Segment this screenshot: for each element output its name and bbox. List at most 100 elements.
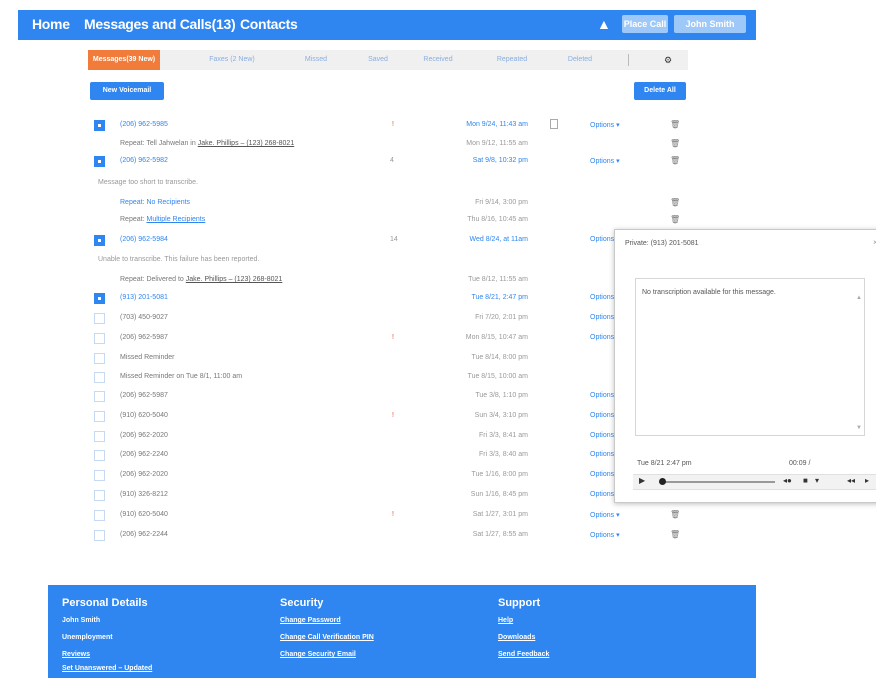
- transcript-icon[interactable]: [550, 119, 558, 129]
- skip-forward-icon[interactable]: ▸: [865, 476, 869, 485]
- row-checkbox[interactable]: [94, 530, 105, 541]
- message-row[interactable]: (910) 326-8212 Sun 1/16, 8:45 pm Options: [88, 488, 688, 506]
- caller-number[interactable]: (206) 962-2240: [120, 451, 168, 458]
- message-date[interactable]: Tue 8/15, 10:00 am: [418, 373, 528, 380]
- row-checkbox[interactable]: [94, 372, 105, 383]
- row-checkbox[interactable]: [94, 470, 105, 481]
- download-icon[interactable]: ■: [803, 476, 808, 485]
- row-checkbox[interactable]: [94, 431, 105, 442]
- play-icon[interactable]: ▶: [639, 476, 645, 485]
- caller-number[interactable]: (206) 962-5987: [120, 392, 168, 399]
- message-row[interactable]: (913) 201-5081 Tue 8/21, 2:47 pm Options: [88, 291, 688, 309]
- options-dropdown[interactable]: Options ▾: [590, 121, 620, 129]
- message-date[interactable]: Fri 7/20, 2:01 pm: [418, 314, 528, 321]
- message-date[interactable]: Sun 1/16, 8:45 pm: [418, 491, 528, 498]
- message-date[interactable]: Wed 8/24, at 11am: [418, 236, 529, 243]
- row-checkbox[interactable]: [94, 391, 105, 402]
- nav-home-link[interactable]: Home: [32, 16, 70, 32]
- options-dropdown[interactable]: Options: [590, 412, 614, 419]
- row-checkbox[interactable]: [94, 235, 105, 246]
- message-row[interactable]: Missed Reminder Tue 8/14, 8:00 pm: [88, 351, 688, 369]
- options-dropdown[interactable]: Options: [590, 432, 614, 439]
- options-dropdown[interactable]: Options ▾: [590, 511, 620, 519]
- options-dropdown[interactable]: Options: [590, 392, 614, 399]
- message-row[interactable]: Missed Reminder on Tue 8/1, 11:00 am Tue…: [88, 370, 688, 388]
- row-checkbox[interactable]: [94, 156, 105, 167]
- row-checkbox[interactable]: [94, 411, 105, 422]
- footer-link-change-password[interactable]: Change Password: [280, 617, 341, 624]
- warning-icon[interactable]: ▲: [597, 16, 611, 32]
- message-row[interactable]: (910) 620-5040 ! Sun 3/4, 3:10 pm Option…: [88, 409, 688, 427]
- row-checkbox[interactable]: [94, 490, 105, 501]
- row-checkbox[interactable]: [94, 450, 105, 461]
- footer-link-downloads[interactable]: Downloads: [498, 634, 535, 641]
- chevron-down-icon[interactable]: ▾: [815, 476, 819, 485]
- trash-icon[interactable]: 🗑: [670, 120, 680, 129]
- caller-number[interactable]: (206) 962-2020: [120, 432, 168, 439]
- caller-number[interactable]: (910) 620-5040: [120, 412, 168, 419]
- message-date[interactable]: Tue 1/16, 8:00 pm: [418, 471, 528, 478]
- gear-icon[interactable]: ⚙: [658, 50, 678, 70]
- volume-icon[interactable]: ◂●: [783, 476, 792, 485]
- message-row[interactable]: (206) 962-5984 14 Wed 8/24, at 11am Opti…: [88, 233, 688, 251]
- message-row[interactable]: (703) 450-9027 Fri 7/20, 2:01 pm Options: [88, 311, 688, 329]
- scroll-up-arrow-icon[interactable]: ▲: [856, 295, 862, 301]
- transcription-box[interactable]: No transcription available for this mess…: [635, 278, 865, 436]
- message-date[interactable]: Mon 8/15, 10:47 am: [418, 334, 528, 341]
- message-row[interactable]: (206) 962-2020 Fri 3/3, 8:41 am Options: [88, 429, 688, 447]
- message-date[interactable]: Sat 1/27, 3:01 pm: [418, 511, 528, 518]
- contact-link[interactable]: Jake. Phillips – (123) 268-8021: [198, 140, 295, 147]
- place-call-button[interactable]: Place Call: [622, 15, 668, 33]
- message-row[interactable]: (206) 962-5987 Tue 3/8, 1:10 pm Options: [88, 389, 688, 407]
- tab-faxes[interactable]: Faxes (2 New): [208, 50, 256, 70]
- options-dropdown[interactable]: Options: [590, 236, 614, 243]
- new-voicemail-button[interactable]: New Voicemail: [90, 82, 164, 100]
- message-date[interactable]: Tue 8/14, 8:00 pm: [418, 354, 528, 361]
- scroll-down-arrow-icon[interactable]: ▼: [856, 425, 862, 431]
- trash-icon[interactable]: 🗑: [670, 156, 680, 165]
- caller-number[interactable]: (206) 962-5984: [120, 236, 168, 243]
- caller-number[interactable]: (703) 450-9027: [120, 314, 168, 321]
- options-dropdown[interactable]: Options: [590, 314, 614, 321]
- caller-number[interactable]: (910) 620-5040: [120, 511, 168, 518]
- message-date[interactable]: Fri 3/3, 8:40 am: [418, 451, 528, 458]
- caller-number[interactable]: (206) 962-2020: [120, 471, 168, 478]
- footer-link-change-pin[interactable]: Change Call Verification PIN: [280, 634, 374, 641]
- message-row[interactable]: (206) 962-2020 Tue 1/16, 8:00 pm Options: [88, 468, 688, 486]
- message-date[interactable]: Mon 9/24, 11:43 am: [418, 121, 528, 128]
- nav-contacts-link[interactable]: Contacts: [240, 16, 298, 32]
- message-date[interactable]: Sun 3/4, 3:10 pm: [418, 412, 528, 419]
- row-checkbox[interactable]: [94, 120, 105, 131]
- message-date[interactable]: Sat 1/27, 8:55 am: [418, 531, 528, 538]
- message-date[interactable]: Fri 3/3, 8:41 am: [418, 432, 528, 439]
- row-checkbox[interactable]: [94, 333, 105, 344]
- footer-link-help[interactable]: Help: [498, 617, 513, 624]
- caller-number[interactable]: (206) 962-5982: [120, 157, 168, 164]
- caller-number[interactable]: Missed Reminder on Tue 8/1, 11:00 am: [120, 373, 242, 380]
- user-menu-button[interactable]: John Smith: [674, 15, 746, 33]
- row-checkbox[interactable]: [94, 313, 105, 324]
- footer-link-feedback[interactable]: Send Feedback: [498, 651, 549, 658]
- message-row[interactable]: (910) 620-5040 ! Sat 1/27, 3:01 pm Optio…: [88, 508, 688, 526]
- tab-received[interactable]: Received: [414, 50, 462, 70]
- options-dropdown[interactable]: Options: [590, 451, 614, 458]
- footer-link-change-email[interactable]: Change Security Email: [280, 651, 356, 658]
- message-row[interactable]: (206) 962-5987 ! Mon 8/15, 10:47 am Opti…: [88, 331, 688, 349]
- caller-number[interactable]: (206) 962-2244: [120, 531, 168, 538]
- message-date[interactable]: Tue 8/21, 2:47 pm: [418, 294, 528, 301]
- message-row[interactable]: (206) 962-5985 ! Mon 9/24, 11:43 am Opti…: [88, 118, 688, 136]
- caller-number[interactable]: (913) 201-5081: [120, 294, 168, 301]
- message-date[interactable]: Sat 9/8, 10:32 pm: [418, 157, 528, 164]
- row-checkbox[interactable]: [94, 353, 105, 364]
- options-dropdown[interactable]: Options: [590, 491, 614, 498]
- options-dropdown[interactable]: Options: [590, 334, 614, 341]
- tab-missed[interactable]: Missed: [292, 50, 340, 70]
- message-row[interactable]: (206) 962-5982 4 Sat 9/8, 10:32 pm Optio…: [88, 154, 688, 172]
- footer-link-unanswered[interactable]: Set Unanswered – Updated: [62, 665, 152, 672]
- footer-link-reviews[interactable]: Reviews: [62, 651, 90, 658]
- delete-all-button[interactable]: Delete All: [634, 82, 686, 100]
- trash-icon[interactable]: 🗑: [670, 198, 680, 207]
- options-dropdown[interactable]: Options: [590, 471, 614, 478]
- message-row[interactable]: (206) 962-2244 Sat 1/27, 8:55 am Options…: [88, 528, 688, 546]
- trash-icon[interactable]: 🗑: [670, 530, 680, 539]
